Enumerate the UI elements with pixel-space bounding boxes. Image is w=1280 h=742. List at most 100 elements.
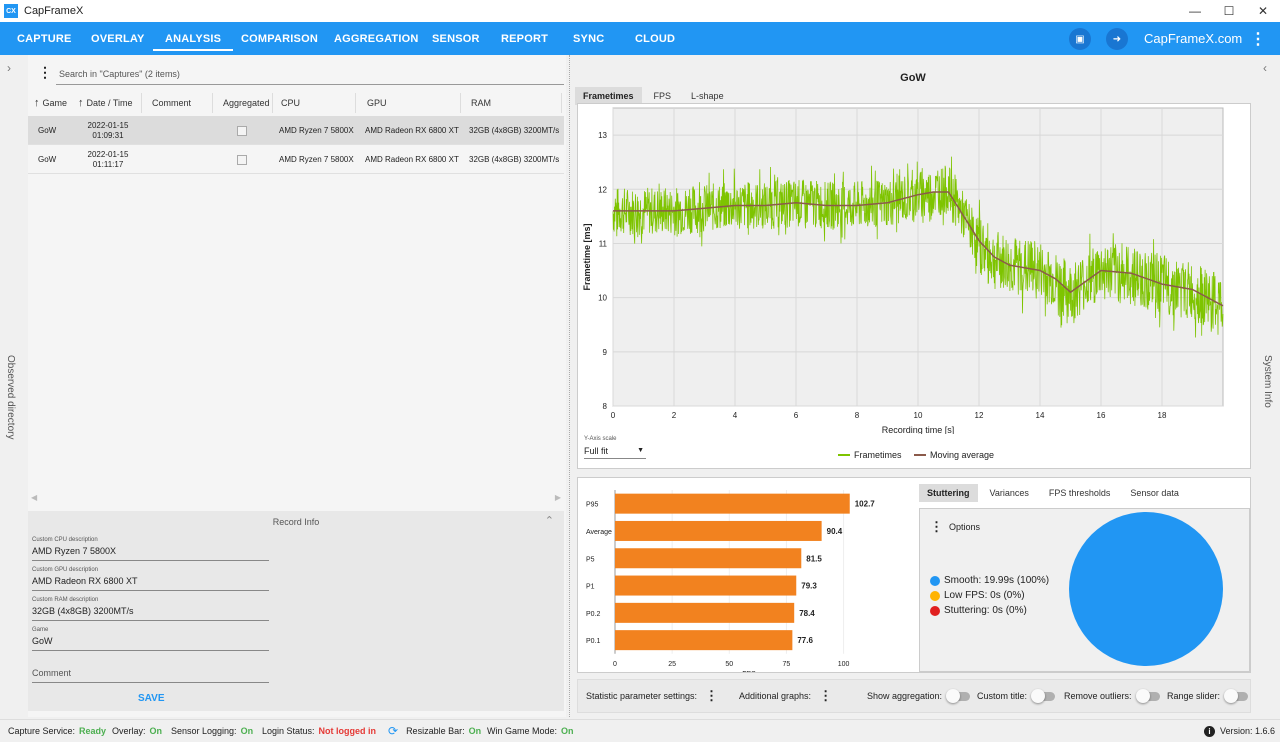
captures-panel: ⋮ ↑Game ↑Date / Time Comment Aggregated … [28, 55, 566, 717]
chevron-right-icon[interactable]: › [7, 61, 11, 75]
table-row[interactable]: GoW 2022-01-15 01:11:17 AMD Ryzen 7 5800… [28, 145, 564, 174]
smooth-dot [930, 575, 940, 586]
y-tick-label: 11 [599, 239, 608, 248]
status-overlay: Overlay: On [112, 726, 163, 736]
frametime-chart[interactable]: 0 2 4 6 8 10 12 14 16 18 8 9 10 11 12 13 Recording time … [578, 104, 1250, 434]
horizontal-scrollbar[interactable]: ◀ ▶ [28, 493, 564, 505]
y-tick-label: 9 [603, 348, 608, 357]
nav-tab-sync[interactable]: SYNC [573, 22, 604, 55]
system-info-strip[interactable]: ‹ System Info [1256, 55, 1280, 717]
bar-category-label: P5 [586, 556, 595, 563]
scroll-left-icon[interactable]: ◀ [31, 493, 37, 502]
app-logo-icon: CX [4, 4, 18, 18]
search-row: ⋮ [28, 61, 564, 85]
statistics-panel: 0 25 50 75 100 P95 102.7 Average 90.4 P5 81.5 P1 79.… [577, 477, 1251, 673]
cell-date-time: 2022-01-15 01:09:31 [87, 120, 129, 140]
custom-title-toggle-row: Custom title: [977, 680, 1056, 712]
tab-fps-thresholds[interactable]: FPS thresholds [1041, 484, 1119, 502]
additional-graphs-menu-icon[interactable]: ⋮ [819, 688, 832, 704]
x-tick-label: 10 [914, 411, 923, 420]
record-info-panel: Record Info ⌃ Custom CPU description AMD… [28, 511, 564, 711]
gpu-description-field[interactable]: Custom GPU description AMD Radeon RX 680… [32, 567, 269, 591]
aggregated-checkbox[interactable] [237, 125, 247, 136]
more-options-icon[interactable]: ⋮ [1250, 22, 1266, 55]
nav-tab-report[interactable]: REPORT [501, 22, 548, 55]
additional-graphs[interactable]: Additional graphs: ⋮ [739, 680, 832, 712]
website-link[interactable]: CapFrameX.com [1144, 22, 1242, 55]
observed-directory-label: Observed directory [5, 355, 16, 440]
column-comment[interactable]: Comment [152, 91, 191, 115]
refresh-icon[interactable]: ⟳ [388, 724, 398, 738]
fps-bar [615, 548, 802, 569]
nav-tab-capture[interactable]: CAPTURE [17, 22, 72, 55]
bottom-settings-bar: Statistic parameter settings: ⋮ Addition… [577, 679, 1251, 713]
stuttering-entry: Stuttering: 0s (0%) [930, 603, 1049, 618]
nav-tab-aggregation[interactable]: AGGREGATION [334, 22, 419, 55]
comment-field[interactable]: Comment [32, 665, 269, 683]
save-button[interactable]: SAVE [138, 693, 165, 704]
options-button[interactable]: ⋮ Options [930, 519, 980, 535]
column-date-time[interactable]: ↑ Date / Time [78, 91, 133, 115]
cell-ram: 32GB (4x8GB) 3200MT/s [469, 155, 560, 164]
ram-description-field[interactable]: Custom RAM description 32GB (4x8GB) 3200… [32, 597, 269, 621]
bar-category-label: Average [586, 529, 612, 536]
close-button[interactable]: ✕ [1246, 0, 1280, 22]
cell-game: GoW [38, 155, 57, 164]
tab-stuttering[interactable]: Stuttering [919, 484, 978, 502]
column-gpu[interactable]: GPU [367, 91, 387, 115]
maximize-button[interactable]: ☐ [1212, 0, 1246, 22]
tab-sensor-data[interactable]: Sensor data [1122, 484, 1187, 502]
cell-gpu: AMD Radeon RX 6800 XT [365, 155, 459, 164]
nav-tab-analysis[interactable]: ANALYSIS [152, 22, 234, 55]
column-game[interactable]: ↑ Game [34, 91, 67, 115]
status-capture-service: Capture Service: Ready [8, 726, 107, 736]
captures-menu-icon[interactable]: ⋮ [38, 64, 52, 81]
fps-bar [615, 575, 797, 596]
stuttering-legend: Smooth: 19.99s (100%) Low FPS: 0s (0%) S… [930, 573, 1049, 618]
info-icon[interactable]: i [1204, 725, 1215, 737]
chevron-up-icon[interactable]: ⌃ [545, 514, 554, 527]
statistic-parameter-settings[interactable]: Statistic parameter settings: ⋮ [586, 680, 718, 712]
options-menu-icon: ⋮ [930, 519, 943, 534]
column-separator [212, 93, 213, 113]
game-field[interactable]: Game GoW [32, 627, 269, 651]
nav-tab-comparison[interactable]: COMPARISON [241, 22, 318, 55]
column-separator [355, 93, 356, 113]
nav-tab-cloud[interactable]: CLOUD [635, 22, 675, 55]
show-aggregation-toggle[interactable] [946, 688, 971, 703]
y-axis-scale-select[interactable]: Full fit ▼ [584, 446, 646, 459]
x-tick-label: 50 [725, 661, 733, 668]
captures-search-input[interactable] [56, 63, 564, 85]
chevron-left-icon[interactable]: ‹ [1263, 61, 1267, 75]
aggregated-checkbox[interactable] [237, 154, 247, 165]
x-tick-label: 18 [1158, 411, 1167, 420]
status-login: Login Status: Not logged in [262, 726, 377, 736]
cell-cpu: AMD Ryzen 7 5800X [279, 155, 354, 164]
nav-tab-overlay[interactable]: OVERLAY [91, 22, 145, 55]
cpu-description-field[interactable]: Custom CPU description AMD Ryzen 7 5800X [32, 537, 269, 561]
cell-game: GoW [38, 126, 57, 135]
x-tick-label: 100 [838, 661, 850, 668]
column-cpu[interactable]: CPU [281, 91, 300, 115]
observed-directory-strip[interactable]: › Observed directory [0, 55, 24, 717]
custom-title-toggle[interactable] [1031, 688, 1056, 703]
remove-outliers-toggle[interactable] [1135, 688, 1160, 703]
login-icon[interactable]: ➜ [1106, 28, 1128, 50]
column-ram[interactable]: RAM [471, 91, 491, 115]
stuttering-panel: ⋮ Options Smooth: 19.99s (100%) Low FPS:… [919, 508, 1250, 672]
range-slider-toggle[interactable] [1224, 688, 1249, 703]
nav-tab-sensor[interactable]: SENSOR [432, 22, 480, 55]
low-fps-dot [930, 590, 940, 601]
statistic-menu-icon[interactable]: ⋮ [705, 688, 718, 704]
fps-bar [615, 630, 793, 651]
tab-variances[interactable]: Variances [982, 484, 1037, 502]
table-row[interactable]: GoW 2022-01-15 01:09:31 AMD Ryzen 7 5800… [28, 116, 564, 145]
panel-splitter[interactable] [569, 55, 571, 717]
bar-value-label: 81.5 [806, 554, 822, 563]
legend-swatch [914, 454, 926, 456]
column-aggregated[interactable]: Aggregated [223, 91, 270, 115]
scroll-right-icon[interactable]: ▶ [555, 493, 561, 502]
minimize-button[interactable]: — [1178, 0, 1212, 22]
screenshot-icon[interactable]: ▣ [1069, 28, 1091, 50]
x-tick-label: 8 [855, 411, 860, 420]
